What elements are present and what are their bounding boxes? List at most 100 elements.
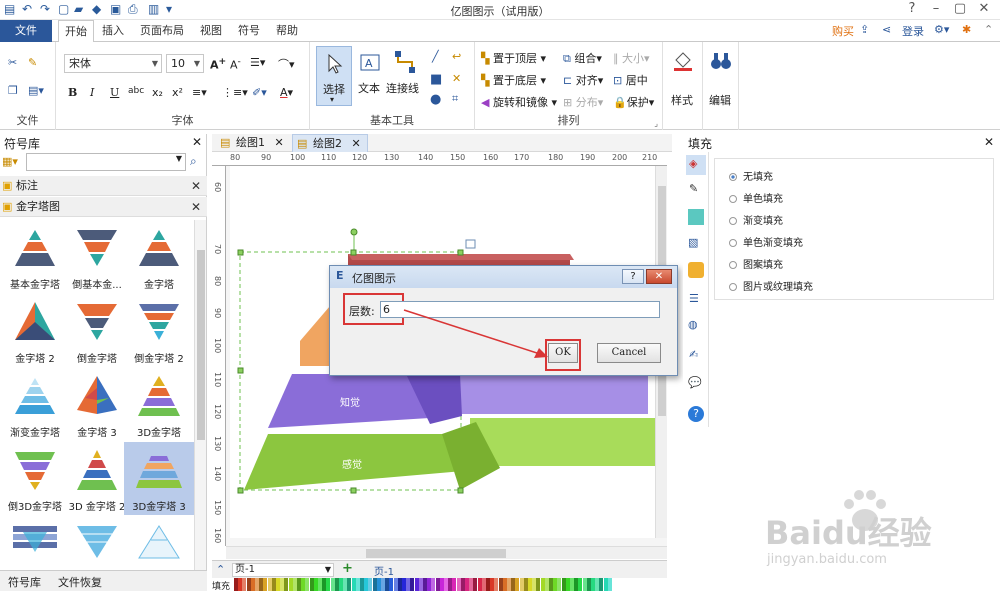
image-icon[interactable]: ▧	[688, 236, 698, 249]
help-icon[interactable]: ?	[900, 1, 924, 16]
shadow-icon[interactable]	[688, 209, 704, 225]
close-icon[interactable]: ✕	[352, 137, 361, 150]
login-link[interactable]: 登录	[902, 23, 924, 39]
connector-tool-button[interactable]: 连接线	[386, 46, 426, 106]
tab-file-recovery[interactable]: 文件恢复	[58, 574, 102, 590]
shape-3d-pyramid-3[interactable]: 3D金字塔 3	[124, 442, 194, 515]
shape-inverted-pyramid[interactable]: 倒金字塔	[62, 294, 132, 367]
tab-view[interactable]: 视图	[196, 20, 226, 42]
fill-option-picture[interactable]: 图片或纹理填充	[729, 278, 813, 293]
layer-icon[interactable]	[688, 262, 704, 278]
fill-panel-close-icon[interactable]: ✕	[984, 135, 994, 149]
distribute-button[interactable]: ⊞ 分布▾	[563, 94, 603, 110]
close-icon[interactable]: ✕	[191, 176, 201, 196]
text-shape-icon[interactable]: ⌒▾	[278, 56, 295, 72]
font-color-icon[interactable]: A▾	[280, 86, 293, 99]
search-icon[interactable]: ⌕	[190, 154, 197, 169]
grow-font-icon[interactable]: A+	[210, 56, 226, 72]
library-menu-icon[interactable]: ▦▾	[2, 155, 18, 168]
paragraph-icon[interactable]: ≡▾	[192, 86, 207, 99]
tab-symbol[interactable]: 符号	[234, 20, 264, 42]
shape-outline-pyramid[interactable]	[124, 516, 194, 566]
line-spacing-icon[interactable]: ☰▾	[250, 56, 265, 69]
canvas-h-scroll-thumb[interactable]	[366, 549, 506, 558]
shape-pyramid-2[interactable]: 金字塔 2	[0, 294, 70, 367]
restore-button[interactable]: ▢	[948, 1, 972, 16]
line-tool-icon[interactable]: ╱	[432, 50, 439, 63]
shape-inverted-pyramid-2[interactable]: 倒金字塔 2	[124, 294, 194, 367]
ok-button[interactable]: OK	[548, 343, 578, 363]
tab-insert[interactable]: 插入	[98, 20, 128, 42]
copy-icon[interactable]: ❐	[8, 84, 18, 97]
resize-handle[interactable]	[237, 249, 244, 256]
tab-home[interactable]: 开始	[58, 20, 94, 43]
crop-tool-icon[interactable]: ⌗	[452, 92, 458, 106]
shape-3d-pyramid[interactable]: 3D金字塔	[124, 368, 194, 441]
highlight-icon[interactable]: ✐▾	[252, 86, 267, 99]
settings-icon[interactable]: ⚙▾	[934, 23, 949, 36]
edit-button[interactable]: 编辑	[705, 46, 737, 107]
shape-pyramid[interactable]: 金字塔	[124, 220, 194, 293]
note-icon[interactable]: ✍	[689, 348, 698, 361]
buy-link[interactable]: 购买	[832, 23, 854, 39]
tab-help[interactable]: 帮助	[272, 20, 302, 42]
underline-icon[interactable]: U	[110, 86, 119, 99]
fill-option-solid[interactable]: 单色填充	[729, 190, 783, 205]
fill-option-gradient[interactable]: 渐变填充	[729, 212, 783, 227]
fill-option-pattern[interactable]: 图案填充	[729, 256, 783, 271]
center-button[interactable]: ⊡ 居中	[613, 72, 648, 88]
shrink-font-icon[interactable]: A-	[230, 56, 241, 72]
globe-icon[interactable]: ◍	[688, 318, 698, 331]
resize-handle[interactable]	[237, 487, 244, 494]
bullets-icon[interactable]: ⋮≡▾	[222, 86, 248, 99]
protect-button[interactable]: 🔒保护▾	[613, 94, 654, 110]
chevron-up-icon[interactable]: ⌃	[216, 563, 225, 576]
select-tool-button[interactable]: 选择 ▾	[316, 46, 352, 106]
library-search-input[interactable]: ▼	[26, 153, 186, 171]
shape-pyramid-3[interactable]: 金字塔 3	[62, 368, 132, 441]
format-painter-icon[interactable]: ✎	[28, 56, 37, 69]
bold-icon[interactable]: B	[68, 86, 77, 99]
fill-option-none[interactable]: 无填充	[729, 168, 773, 183]
resize-handle[interactable]	[457, 249, 464, 256]
resize-handle[interactable]	[237, 367, 244, 374]
shape-gradient-pyramid[interactable]: 渐变金字塔	[0, 368, 70, 441]
canvas-h-scrollbar[interactable]	[226, 546, 667, 559]
doc-tab-1[interactable]: ▤ 绘图1 ✕	[216, 134, 286, 152]
cut-icon[interactable]: ✂	[8, 56, 17, 69]
resize-handle[interactable]	[350, 249, 357, 256]
resize-handle[interactable]	[350, 487, 357, 494]
collapse-ribbon-icon[interactable]: ⌃	[984, 23, 993, 36]
font-name-select[interactable]: 宋体 ▼	[64, 54, 162, 73]
close-icon[interactable]: ✕	[191, 197, 201, 217]
floating-menu-icon[interactable]	[465, 239, 476, 249]
fill-tool-button[interactable]: ◈	[686, 155, 706, 175]
share-alt-icon[interactable]: ⋖	[882, 23, 891, 36]
page-tab[interactable]: 页-1	[374, 563, 394, 578]
rectangle-tool-icon[interactable]: ■	[430, 72, 442, 87]
library-scroll-thumb[interactable]	[197, 250, 205, 440]
rotate-handle[interactable]	[350, 228, 358, 236]
help-icon[interactable]: ?	[688, 406, 704, 422]
addon-icon[interactable]: ✱	[962, 23, 971, 36]
file-menu-button[interactable]: 文件	[0, 20, 52, 42]
tab-symbol-library[interactable]: 符号库	[8, 574, 41, 590]
add-page-icon[interactable]: +	[342, 561, 353, 576]
group-button[interactable]: ⧉ 组合▾	[563, 50, 602, 66]
send-back-button[interactable]: ▚ 置于底层 ▾	[481, 72, 546, 88]
align-button[interactable]: ⊏ 对齐▾	[563, 72, 603, 88]
rotate-mirror-button[interactable]: ◀ 旋转和镜像 ▾	[481, 94, 557, 110]
shape-basic-pyramid[interactable]: 基本金字塔	[0, 220, 70, 293]
shape-inverted-3d-pyramid[interactable]: 倒3D金字塔	[0, 442, 70, 515]
page-select[interactable]: 页-1 ▼	[232, 563, 334, 577]
dialog-help-button[interactable]: ?	[622, 269, 644, 284]
arrange-dialog-launcher-icon[interactable]: ⌟	[654, 119, 658, 128]
doc-tab-2[interactable]: ▤ 绘图2 ✕	[292, 134, 368, 152]
strikethrough-icon[interactable]: abc	[128, 86, 144, 96]
dialog-close-button[interactable]: ✕	[646, 269, 672, 284]
subscript-icon[interactable]: x₂	[152, 86, 163, 99]
category-pyramid[interactable]: ▣ 金字塔图 ✕	[0, 197, 207, 217]
tab-page-layout[interactable]: 页面布局	[136, 20, 188, 42]
style-button[interactable]: 样式	[667, 46, 699, 107]
category-callout[interactable]: ▣ 标注 ✕	[0, 176, 207, 196]
